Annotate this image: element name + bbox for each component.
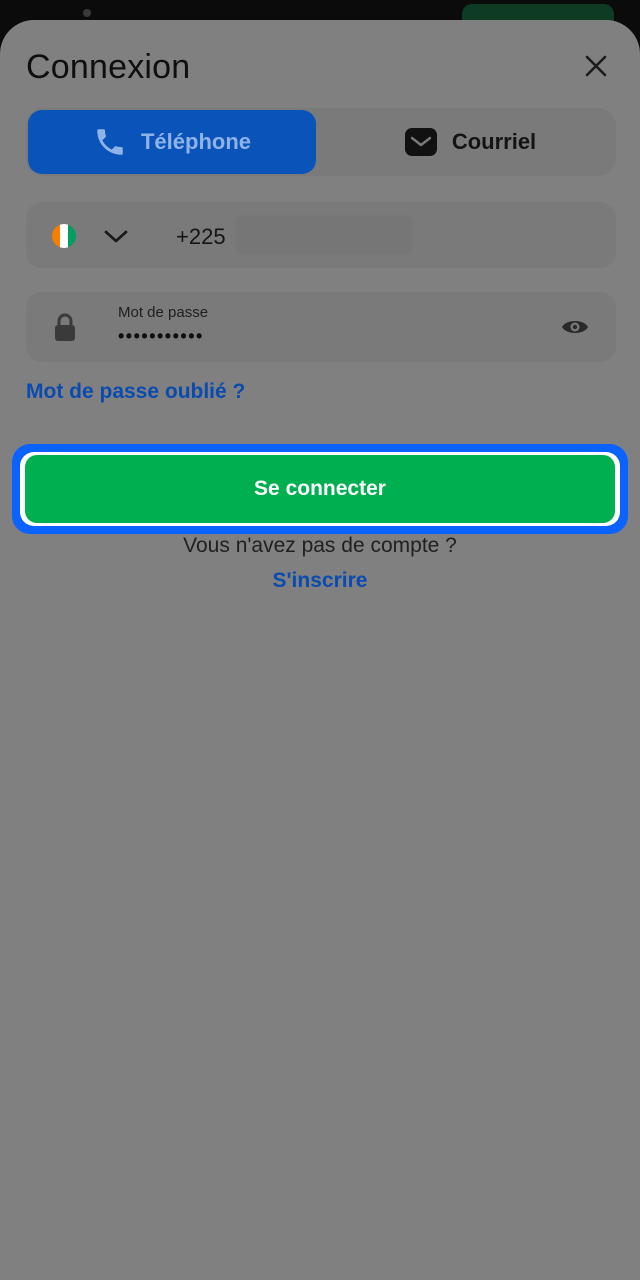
phone-number-input[interactable] xyxy=(236,216,412,254)
mail-icon xyxy=(404,128,437,156)
eye-icon[interactable] xyxy=(560,316,590,338)
country-dropdown[interactable] xyxy=(102,224,130,248)
country-code: +225 xyxy=(176,224,226,249)
page-title: Connexion xyxy=(26,48,191,86)
chevron-down-icon xyxy=(104,230,128,243)
password-field[interactable]: Mot de passe ••••••••••• xyxy=(26,292,616,362)
login-button-frame: Se connecter xyxy=(20,452,620,526)
password-label: Mot de passe xyxy=(118,304,209,321)
signup-link[interactable]: S'inscrire xyxy=(0,569,640,593)
lock-icon xyxy=(55,313,75,341)
tab-courriel[interactable]: Courriel xyxy=(326,110,614,174)
camera-dot xyxy=(83,9,91,17)
phone-field: +225 xyxy=(26,202,616,268)
no-account-text: Vous n'avez pas de compte ? xyxy=(183,534,457,557)
close-button[interactable] xyxy=(578,48,614,84)
cote-divoire-flag-icon[interactable] xyxy=(52,224,76,248)
close-icon xyxy=(585,55,607,77)
password-input[interactable]: ••••••••••• xyxy=(118,326,204,347)
phone-icon xyxy=(97,129,123,155)
tab-courriel-label: Courriel xyxy=(451,129,537,154)
login-button-focus-ring: Se connecter xyxy=(12,444,628,534)
login-sheet: Connexion Téléphone Courriel +225 Mot de… xyxy=(0,20,640,1280)
login-method-tabs: Téléphone Courriel xyxy=(26,108,616,176)
tab-telephone-label: Téléphone xyxy=(140,129,251,154)
login-button[interactable]: Se connecter xyxy=(25,455,615,523)
tab-telephone[interactable]: Téléphone xyxy=(28,110,316,174)
forgot-password-link[interactable]: Mot de passe oublié ? xyxy=(26,380,245,404)
